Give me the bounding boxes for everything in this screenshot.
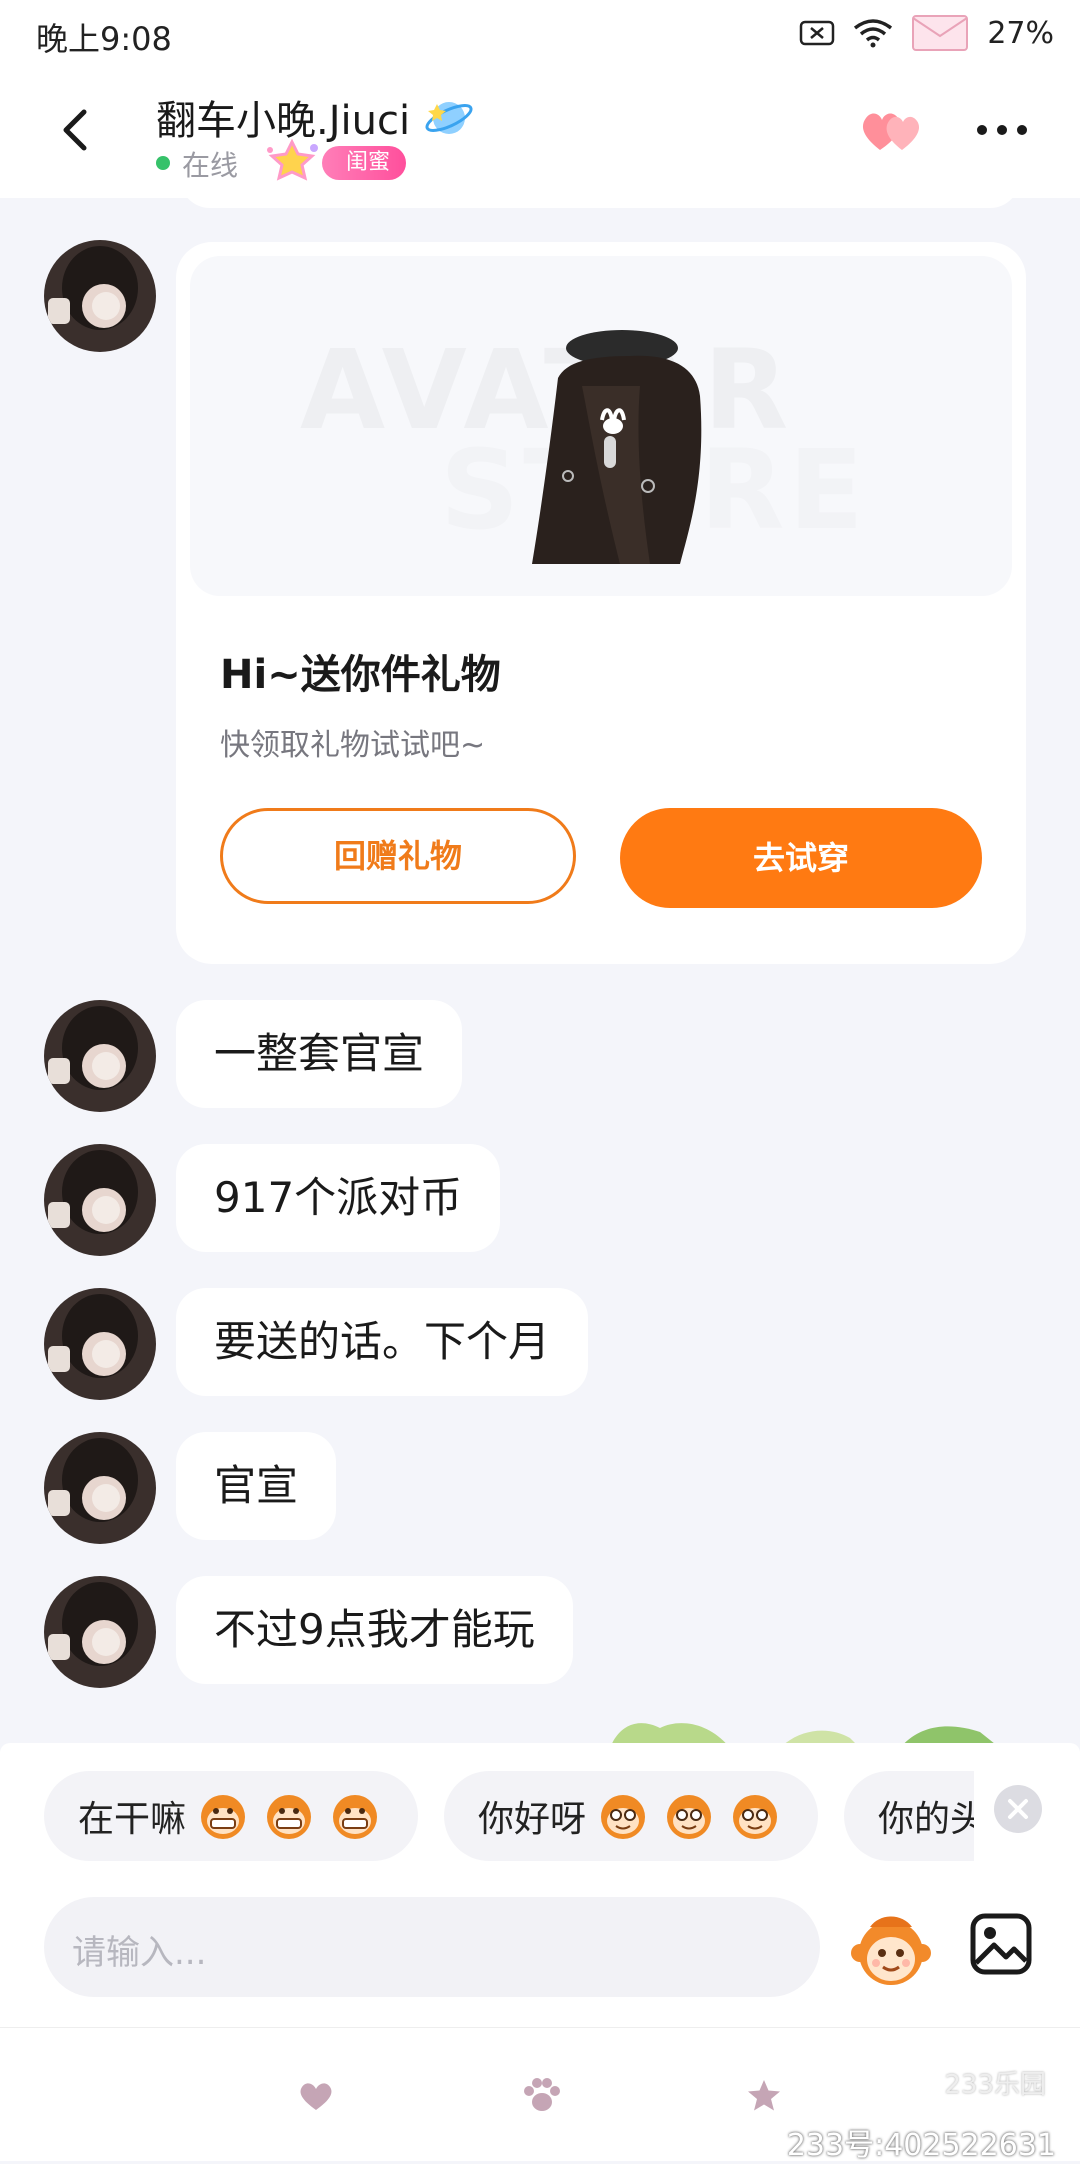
- gift-hairstyle-image: [532, 330, 702, 564]
- more-options-button[interactable]: [972, 110, 1032, 150]
- monkey-face-icon: [851, 1916, 931, 1985]
- gift-card-subtitle: 快领取礼物试试吧~: [220, 728, 486, 763]
- chevron-left-icon: [63, 109, 87, 151]
- image-icon: [970, 1913, 1032, 1975]
- message-bubble[interactable]: 不过9点我才能玩: [176, 1576, 573, 1684]
- online-status: 在线: [182, 149, 239, 182]
- online-indicator: [156, 156, 170, 170]
- monkey-smile-icon: [667, 1795, 712, 1839]
- mail-icon: [912, 15, 969, 51]
- monkey-grin-icon: [201, 1795, 246, 1839]
- monkey-grin-icon: [333, 1795, 378, 1839]
- return-gift-button[interactable]: 回赠礼物: [220, 808, 576, 904]
- avatar-image: [44, 1432, 156, 1544]
- message-bubble[interactable]: 要送的话。下个月: [176, 1288, 589, 1396]
- emoji-button[interactable]: [850, 1909, 932, 1991]
- quick-reply-text: 你的头: [878, 1799, 974, 1840]
- monkey-smile-icon: [733, 1795, 778, 1839]
- gift-card: AVATAR STORE Hi~送你件礼物 快领取礼物试试吧~ 回赠礼物 去试穿: [176, 242, 1026, 964]
- avatar-image: [44, 1576, 156, 1688]
- user-id-watermark: 233号:402522631: [786, 2128, 1056, 2163]
- status-bar: 晚上9:08 27%: [0, 0, 1080, 70]
- message-input[interactable]: 请输入...: [44, 1897, 820, 1997]
- back-button[interactable]: [48, 100, 108, 160]
- image-button[interactable]: [968, 1911, 1034, 1977]
- double-heart-icon: [862, 113, 920, 150]
- contact-avatar[interactable]: [44, 1576, 156, 1688]
- intimacy-button[interactable]: [858, 104, 928, 158]
- chat-header: 翻车小晚.Jiuci 在线 闺蜜: [0, 70, 1080, 198]
- message-bubble[interactable]: 一整套官宣: [176, 1000, 463, 1108]
- relationship-badge: 闺蜜: [322, 146, 407, 180]
- contact-avatar[interactable]: [44, 1144, 156, 1256]
- status-time: 晚上9:08: [36, 20, 172, 58]
- quick-reply-text: 你好呀: [478, 1799, 587, 1840]
- input-panel: 在干嘛 你好呀 你的头 请输入...: [0, 1743, 1080, 2027]
- close-quick-replies-button[interactable]: [994, 1785, 1042, 1833]
- more-dots-icon: [977, 125, 1027, 135]
- quick-reply-text: 在干嘛: [78, 1799, 187, 1840]
- quick-reply-chip[interactable]: 在干嘛: [44, 1771, 419, 1861]
- contact-avatar[interactable]: [44, 240, 156, 352]
- close-icon: [1008, 1799, 1028, 1819]
- battery-level: 27%: [987, 15, 1054, 51]
- previous-message-bubble: [180, 198, 1020, 208]
- wifi-icon: [854, 19, 893, 48]
- gift-card-title: Hi~送你件礼物: [220, 652, 501, 698]
- try-on-button[interactable]: 去试穿: [620, 808, 982, 908]
- star-icon[interactable]: [746, 2078, 782, 2112]
- sticker-message-partial: [612, 1723, 994, 1743]
- contact-avatar[interactable]: [44, 1000, 156, 1112]
- input-placeholder: 请输入...: [72, 1933, 207, 1973]
- heart-icon[interactable]: [298, 2080, 334, 2112]
- gift-preview-banner: AVATAR STORE: [190, 256, 1012, 596]
- monkey-smile-icon: [601, 1795, 646, 1839]
- avatar-image: [44, 1144, 156, 1256]
- quick-reply-strip[interactable]: 在干嘛 你好呀 你的头: [44, 1767, 974, 1867]
- paw-icon[interactable]: [522, 2076, 562, 2114]
- avatar-image: [44, 240, 156, 352]
- contact-avatar[interactable]: [44, 1432, 156, 1544]
- no-sim-icon: [800, 20, 835, 46]
- monkey-grin-icon: [267, 1795, 312, 1839]
- quick-reply-chip[interactable]: 你好呀: [444, 1771, 819, 1861]
- contact-avatar[interactable]: [44, 1288, 156, 1400]
- app-logo-watermark: 233乐园: [944, 2070, 1046, 2100]
- chat-message-list[interactable]: AVATAR STORE Hi~送你件礼物 快领取礼物试试吧~ 回赠礼物 去试穿…: [0, 198, 1080, 1743]
- message-bubble[interactable]: 官宣: [176, 1432, 337, 1540]
- bottom-toolbar: 233乐园 233号:402522631: [0, 2027, 1080, 2163]
- avatar-image: [44, 1288, 156, 1400]
- sparkle-planet-icon: [425, 102, 473, 134]
- status-icons: 27%: [799, 14, 1054, 52]
- quick-reply-chip[interactable]: 你的头: [844, 1771, 974, 1861]
- message-bubble[interactable]: 917个派对币: [176, 1144, 501, 1252]
- avatar-image: [44, 1000, 156, 1112]
